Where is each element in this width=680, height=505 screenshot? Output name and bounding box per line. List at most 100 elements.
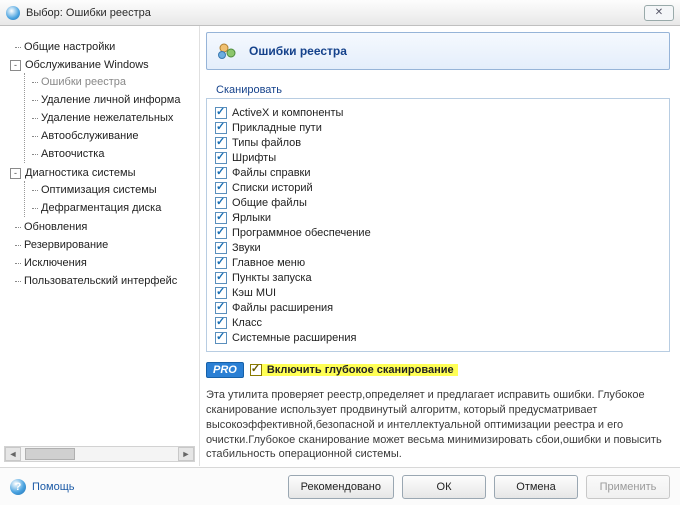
titlebar: Выбор: Ошибки реестра ✕ xyxy=(0,0,680,26)
scan-item[interactable]: Шрифты xyxy=(215,150,661,165)
tree-item[interactable]: Резервирование xyxy=(10,237,195,253)
checkbox[interactable] xyxy=(215,107,227,119)
scroll-left-arrow[interactable]: ◄ xyxy=(5,447,21,461)
tree-item[interactable]: Пользовательский интерфейс xyxy=(10,273,195,289)
tree-item-label: Обновления xyxy=(24,221,87,233)
tree-item-label: Исключения xyxy=(24,257,87,269)
deep-scan-label: Включить глубокое сканирование xyxy=(267,364,454,376)
scan-item-label: Кэш MUI xyxy=(232,287,276,299)
scan-item[interactable]: Типы файлов xyxy=(215,135,661,150)
scan-groupbox: Сканировать ActiveX и компоненты Прикладн… xyxy=(206,84,670,352)
pro-badge: PRO xyxy=(206,362,244,378)
scan-item[interactable]: Пункты запуска xyxy=(215,270,661,285)
ok-button[interactable]: ОК xyxy=(402,475,486,499)
scan-item-label: Системные расширения xyxy=(232,332,356,344)
scan-item[interactable]: Списки историй xyxy=(215,180,661,195)
tree-item-label: Удаление нежелательных xyxy=(41,112,173,124)
checkbox[interactable] xyxy=(215,197,227,209)
scan-item[interactable]: Класс xyxy=(215,315,661,330)
checkbox[interactable] xyxy=(215,182,227,194)
sidebar-hscrollbar[interactable]: ◄ ► xyxy=(4,446,195,462)
scroll-right-arrow[interactable]: ► xyxy=(178,447,194,461)
checkbox[interactable] xyxy=(215,317,227,329)
tree-item-label: Автоочистка xyxy=(41,148,104,160)
checkbox[interactable] xyxy=(215,272,227,284)
scan-item-label: Файлы расширения xyxy=(232,302,333,314)
scan-list: ActiveX и компоненты Прикладные пути Типы … xyxy=(206,98,670,352)
tree-item[interactable]: -Диагностика системы xyxy=(10,165,195,181)
tree-item-label: Автообслуживание xyxy=(41,130,139,142)
close-button[interactable]: ✕ xyxy=(644,5,674,21)
footer: ? Помощь Рекомендовано ОК Отмена Примени… xyxy=(0,467,680,505)
collapse-icon[interactable]: - xyxy=(10,60,21,71)
scan-item[interactable]: Кэш MUI xyxy=(215,285,661,300)
help-icon: ? xyxy=(10,479,26,495)
checkbox[interactable] xyxy=(215,332,227,344)
help-link[interactable]: ? Помощь xyxy=(10,479,75,495)
checkbox[interactable] xyxy=(215,152,227,164)
recommended-button[interactable]: Рекомендовано xyxy=(288,475,394,499)
scan-item[interactable]: Общие файлы xyxy=(215,195,661,210)
scan-item[interactable]: Файлы расширения xyxy=(215,300,661,315)
tree-item[interactable]: Оптимизация системы xyxy=(27,182,195,198)
tree-item-label: Диагностика системы xyxy=(25,167,135,179)
checkbox[interactable] xyxy=(215,287,227,299)
deep-scan-toggle[interactable]: Включить глубокое сканирование xyxy=(250,364,458,376)
deep-scan-row: PRO Включить глубокое сканирование xyxy=(206,362,670,378)
nav-tree: Общие настройки -Обслуживание Windows Ошиб… xyxy=(4,34,195,444)
tree-item[interactable]: Общие настройки xyxy=(10,39,195,55)
scan-item[interactable]: Файлы справки xyxy=(215,165,661,180)
scan-item-label: Типы файлов xyxy=(232,137,301,149)
tree-item[interactable]: Обновления xyxy=(10,219,195,235)
scan-item-label: Списки историй xyxy=(232,182,313,194)
scan-item[interactable]: Прикладные пути xyxy=(215,120,661,135)
scan-item-label: Ярлыки xyxy=(232,212,271,224)
scan-item[interactable]: Системные расширения xyxy=(215,330,661,345)
scan-item-label: ActiveX и компоненты xyxy=(232,107,343,119)
scroll-track[interactable] xyxy=(21,447,178,461)
scan-item[interactable]: Программное обеспечение xyxy=(215,225,661,240)
scan-item-label: Прикладные пути xyxy=(232,122,322,134)
panel-header: Ошибки реестра xyxy=(206,32,670,70)
tree-item-label: Удаление личной информа xyxy=(41,94,180,106)
tree-item[interactable]: -Обслуживание Windows xyxy=(10,57,195,73)
tree-item-label: Оптимизация системы xyxy=(41,184,157,196)
checkbox[interactable] xyxy=(215,212,227,224)
scan-item[interactable]: ActiveX и компоненты xyxy=(215,105,661,120)
apply-button[interactable]: Применить xyxy=(586,475,670,499)
scan-item-label: Файлы справки xyxy=(232,167,311,179)
checkbox[interactable] xyxy=(215,122,227,134)
sidebar: Общие настройки -Обслуживание Windows Ошиб… xyxy=(0,26,200,466)
scan-item[interactable]: Звуки xyxy=(215,240,661,255)
scan-item-label: Программное обеспечение xyxy=(232,227,371,239)
scan-item[interactable]: Главное меню xyxy=(215,255,661,270)
tree-item[interactable]: Автообслуживание xyxy=(27,128,195,144)
checkbox[interactable] xyxy=(215,302,227,314)
tree-item-label: Ошибки реестра xyxy=(41,76,126,88)
tree-item-label: Общие настройки xyxy=(24,41,115,53)
scroll-thumb[interactable] xyxy=(25,448,75,460)
tree-item[interactable]: Дефрагментация диска xyxy=(27,200,195,216)
tree-item[interactable]: Автоочистка xyxy=(27,146,195,162)
panel-title: Ошибки реестра xyxy=(249,44,347,58)
checkbox[interactable] xyxy=(215,227,227,239)
tree-item[interactable]: Удаление личной информа xyxy=(27,92,195,108)
scan-item-label: Класс xyxy=(232,317,262,329)
checkbox[interactable] xyxy=(215,257,227,269)
tree-item-label: Дефрагментация диска xyxy=(41,202,161,214)
cancel-button[interactable]: Отмена xyxy=(494,475,578,499)
checkbox[interactable] xyxy=(215,167,227,179)
tree-item-label: Резервирование xyxy=(24,239,108,251)
checkbox[interactable] xyxy=(215,242,227,254)
tree-item[interactable]: Удаление нежелательных xyxy=(27,110,195,126)
deep-scan-checkbox[interactable] xyxy=(250,364,262,376)
scan-legend: Сканировать xyxy=(206,84,670,96)
checkbox[interactable] xyxy=(215,137,227,149)
app-icon xyxy=(6,6,20,20)
tree-item[interactable]: Исключения xyxy=(10,255,195,271)
tree-item-label: Пользовательский интерфейс xyxy=(24,275,177,287)
tree-item[interactable]: Ошибки реестра xyxy=(27,74,195,90)
scan-item-label: Общие файлы xyxy=(232,197,307,209)
scan-item[interactable]: Ярлыки xyxy=(215,210,661,225)
collapse-icon[interactable]: - xyxy=(10,168,21,179)
